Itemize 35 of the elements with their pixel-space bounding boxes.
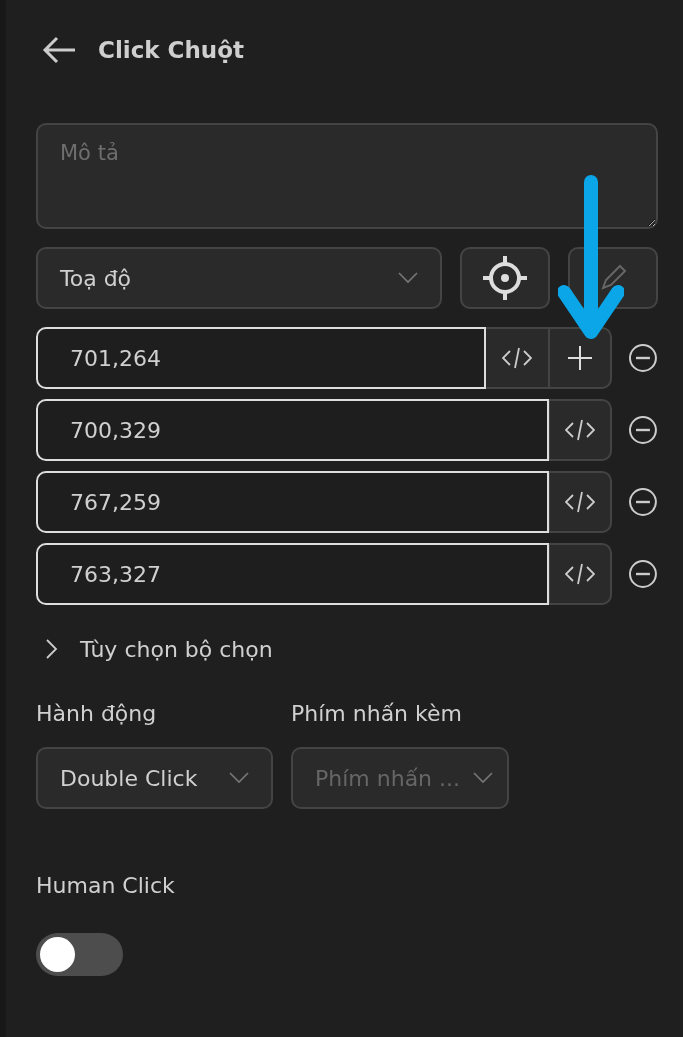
field-label: Phím nhấn kèm — [291, 701, 463, 728]
chevron-down-icon — [229, 772, 249, 784]
code-button[interactable] — [549, 543, 613, 605]
add-button[interactable] — [549, 327, 613, 389]
field-label: Human Click — [36, 873, 176, 900]
plus-icon — [567, 345, 594, 371]
chevron-down-icon — [473, 772, 493, 784]
crosshair-icon — [482, 255, 528, 301]
coordinate-field[interactable]: 701,264 — [36, 327, 487, 389]
code-icon — [565, 563, 596, 585]
chevron-right-icon — [46, 639, 58, 659]
code-icon — [502, 347, 533, 369]
pencil-icon — [598, 263, 628, 293]
code-icon — [565, 419, 596, 441]
code-icon — [565, 491, 596, 513]
action-select[interactable]: Double Click — [36, 747, 273, 809]
back-arrow-icon[interactable] — [42, 36, 76, 64]
description-field[interactable]: Mô tả — [36, 123, 658, 229]
remove-circle-icon[interactable] — [628, 343, 658, 373]
page-title: Click Chuột — [98, 37, 244, 63]
code-button[interactable] — [486, 327, 550, 389]
coordinate-field[interactable]: 763,327 — [36, 543, 550, 605]
coordinate-field[interactable]: 767,259 — [36, 471, 550, 533]
coordinate-field[interactable]: 700,329 — [36, 399, 550, 461]
chevron-down-icon — [398, 272, 418, 284]
remove-circle-icon[interactable] — [628, 415, 658, 445]
selector-options-toggle[interactable]: Tùy chọn bộ chọn — [36, 627, 273, 671]
target-mode-select[interactable]: Toạ độ — [36, 247, 442, 309]
code-button[interactable] — [549, 471, 613, 533]
remove-circle-icon[interactable] — [628, 487, 658, 517]
code-button[interactable] — [549, 399, 613, 461]
remove-circle-icon[interactable] — [628, 559, 658, 589]
pick-target-button[interactable] — [460, 247, 550, 309]
human-click-switch[interactable] — [36, 933, 123, 976]
field-label: Hành động — [36, 701, 158, 728]
